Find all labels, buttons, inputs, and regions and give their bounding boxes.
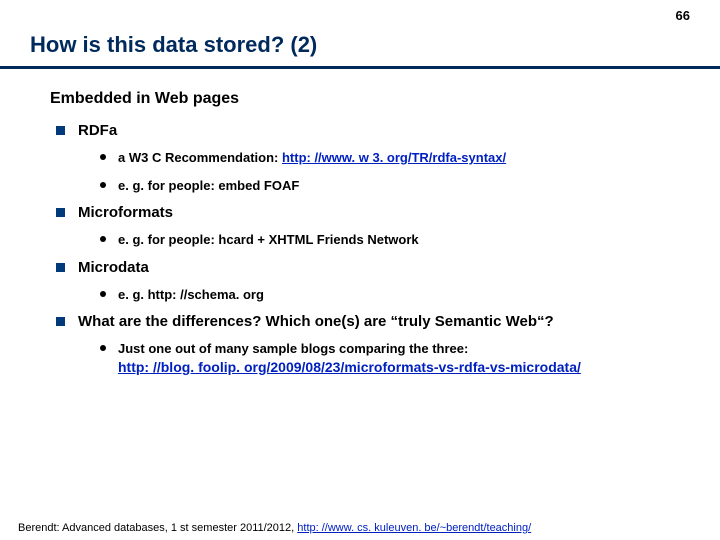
bullet-label: What are the differences? Which one(s) a… xyxy=(78,313,554,330)
bullet-microdata: Microdata e. g. http: //schema. org xyxy=(78,259,700,304)
sub-bullet-text: e. g. http: //schema. org xyxy=(118,287,264,302)
sub-bullet-text: e. g. for people: hcard + XHTML Friends … xyxy=(118,232,419,247)
sub-bullet-text: Just one out of many sample blogs compar… xyxy=(118,341,468,356)
sub-bullet: e. g. for people: embed FOAF xyxy=(118,177,700,195)
bullet-differences: What are the differences? Which one(s) a… xyxy=(78,313,700,376)
footer-text: Berendt: Advanced databases, 1 st semest… xyxy=(18,522,297,534)
section-heading: Embedded in Web pages xyxy=(50,90,700,108)
title-divider xyxy=(0,66,720,69)
bullet-label: RDFa xyxy=(78,122,117,139)
slide-body: Embedded in Web pages RDFa a W3 C Recomm… xyxy=(50,90,700,387)
comparison-blog-link[interactable]: http: //blog. foolip. org/2009/08/23/mic… xyxy=(118,359,581,375)
bullet-label: Microformats xyxy=(78,204,173,221)
slide: 66 How is this data stored? (2) Embedded… xyxy=(0,0,720,540)
sub-bullet: a W3 C Recommendation: http: //www. w 3.… xyxy=(118,149,700,167)
sub-bullet: Just one out of many sample blogs compar… xyxy=(118,340,700,376)
slide-footer: Berendt: Advanced databases, 1 st semest… xyxy=(18,522,710,534)
rdfa-syntax-link[interactable]: http: //www. w 3. org/TR/rdfa-syntax/ xyxy=(282,150,506,165)
page-number: 66 xyxy=(676,8,690,23)
bullet-rdfa: RDFa a W3 C Recommendation: http: //www.… xyxy=(78,122,700,194)
sub-bullet-text: a W3 C Recommendation: xyxy=(118,150,282,165)
page-title: How is this data stored? (2) xyxy=(30,32,317,58)
bullet-microformats: Microformats e. g. for people: hcard + X… xyxy=(78,204,700,249)
sub-bullet: e. g. http: //schema. org xyxy=(118,286,700,304)
bullet-label: Microdata xyxy=(78,259,149,276)
sub-bullet-text: e. g. for people: embed FOAF xyxy=(118,178,299,193)
footer-link[interactable]: http: //www. cs. kuleuven. be/~berendt/t… xyxy=(297,522,531,534)
sub-bullet: e. g. for people: hcard + XHTML Friends … xyxy=(118,231,700,249)
